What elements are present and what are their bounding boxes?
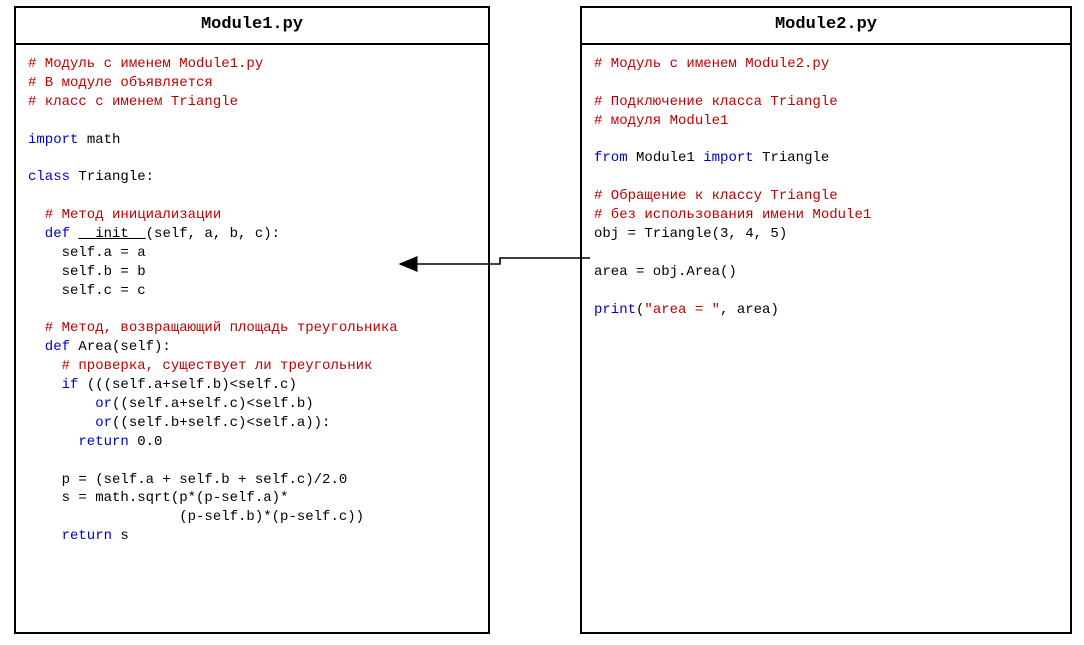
reference-arrow — [0, 0, 1084, 645]
diagram-canvas: Module1.py # Модуль с именем Module1.py … — [0, 0, 1084, 645]
